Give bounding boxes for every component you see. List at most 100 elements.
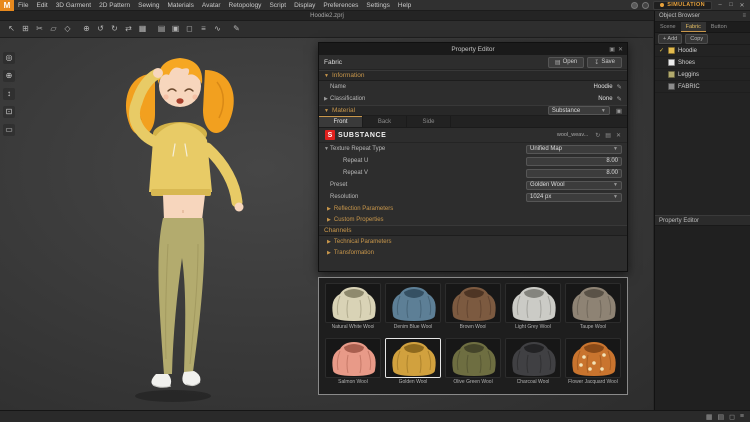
repeat-u-field[interactable]: 8.00 — [526, 156, 622, 166]
menu-icon[interactable]: ≡ — [740, 413, 744, 421]
account-icon[interactable] — [631, 1, 639, 9]
view-zoom-tool-icon[interactable]: ⊕ — [3, 70, 15, 82]
layers-tool-icon[interactable]: ▤ — [156, 23, 167, 35]
material-preset[interactable]: Light Grey Wool — [505, 283, 561, 335]
material-thumbnail[interactable] — [445, 283, 501, 323]
polygon-tool-icon[interactable]: ◇ — [62, 23, 73, 35]
view-orbit-tool-icon[interactable]: ◎ — [3, 52, 15, 64]
add-button[interactable]: + Add — [658, 33, 683, 44]
fabric-list-item[interactable]: ✓ Hoodie — [655, 45, 750, 57]
view-pan-tool-icon[interactable]: ↕ — [3, 88, 15, 100]
sync-status-icon[interactable] — [642, 1, 650, 9]
pen-tool-icon[interactable]: ✎ — [231, 23, 242, 35]
material-thumbnail[interactable] — [565, 283, 621, 323]
minimize-button[interactable]: – — [716, 2, 724, 9]
open-button[interactable]: ▤ Open — [547, 56, 585, 68]
menu-item-avatar[interactable]: Avatar — [198, 0, 225, 11]
edit-pencil-icon[interactable]: ✎ — [617, 95, 622, 103]
material-thumbnail[interactable] — [325, 337, 381, 378]
material-preset[interactable]: Golden Wool — [385, 337, 441, 390]
material-preset[interactable]: Olive Green Wool — [445, 337, 501, 390]
menu-item-edit[interactable]: Edit — [32, 0, 51, 11]
fabric-list-item[interactable]: FABRIC — [655, 81, 750, 93]
material-preset[interactable]: Taupe Wool — [565, 283, 621, 335]
fabric-list-item[interactable]: Leggins — [655, 69, 750, 81]
section-channels[interactable]: Channels — [319, 225, 627, 236]
material-settings-icon[interactable]: ▣ — [616, 107, 622, 115]
undo-icon[interactable]: ↺ — [95, 23, 106, 35]
collapsed-section-custom-properties[interactable]: ▶ Custom Properties — [319, 214, 627, 225]
property-editor-titlebar[interactable]: Property Editor ▣ ✕ — [319, 43, 627, 55]
material-thumbnail[interactable] — [505, 337, 561, 378]
export-icon[interactable]: ▤ — [605, 132, 611, 139]
menu-item-file[interactable]: File — [14, 0, 32, 11]
dock-icon[interactable]: ▣ — [609, 46, 615, 53]
reload-icon[interactable]: ↻ — [595, 132, 600, 139]
material-preset[interactable]: Salmon Wool — [325, 337, 381, 390]
material-preset[interactable]: Denim Blue Wool — [385, 283, 441, 335]
add-pattern-tool-icon[interactable]: ⊞ — [20, 23, 31, 35]
view-frame-tool-icon[interactable]: ⊡ — [3, 106, 15, 118]
list-tool-icon[interactable]: ≡ — [198, 23, 209, 35]
tab-front[interactable]: Front — [319, 116, 363, 127]
menu-item-help[interactable]: Help — [394, 0, 415, 11]
window-view-icon[interactable]: ◻ — [729, 413, 735, 421]
material-type-dropdown[interactable]: Substance ▼ — [547, 106, 610, 115]
curve-tool-icon[interactable]: ∿ — [212, 23, 223, 35]
object-browser-tab-button[interactable]: Button — [706, 22, 732, 32]
transform-tool-icon[interactable]: ▱ — [48, 23, 59, 35]
swap-tool-icon[interactable]: ⇄ — [123, 23, 134, 35]
remove-icon[interactable]: ✕ — [616, 132, 621, 139]
texture-repeat-type-dropdown[interactable]: Unified Map ▼ — [526, 144, 622, 154]
object-browser-tab-fabric[interactable]: Fabric — [680, 22, 706, 32]
rows-view-icon[interactable]: ▤ — [717, 413, 724, 421]
menu-item-3d-garment[interactable]: 3D Garment — [52, 0, 95, 11]
tab-back[interactable]: Back — [363, 116, 407, 127]
section-material[interactable]: ▼ Material Substance ▼ ▣ — [319, 105, 627, 116]
scissors-tool-icon[interactable]: ✂ — [34, 23, 45, 35]
select-mesh-tool-icon[interactable]: ▣ — [170, 23, 181, 35]
docked-property-editor-header[interactable]: Property Editor — [655, 215, 750, 226]
collapsed-section-technical-parameters[interactable]: ▶ Technical Parameters — [319, 236, 627, 247]
object-browser-tab-scene[interactable]: Scene — [655, 22, 681, 32]
add-point-tool-icon[interactable]: ⊕ — [81, 23, 92, 35]
redo-icon[interactable]: ↻ — [109, 23, 120, 35]
material-thumbnail[interactable] — [565, 337, 621, 378]
menu-item-2d-pattern[interactable]: 2D Pattern — [95, 0, 134, 11]
box-select-tool-icon[interactable]: ◻ — [184, 23, 195, 35]
menu-item-script[interactable]: Script — [265, 0, 290, 11]
cursor-tool-icon[interactable]: ↖ — [6, 23, 17, 35]
copy-button[interactable]: Copy — [685, 33, 709, 44]
material-preset[interactable]: Charcoal Wool — [505, 337, 561, 390]
simulation-button[interactable]: SIMULATION — [653, 0, 712, 10]
menu-item-preferences[interactable]: Preferences — [319, 0, 362, 11]
menu-item-display[interactable]: Display — [290, 0, 319, 11]
material-thumbnail[interactable] — [325, 283, 381, 323]
material-thumbnail[interactable] — [505, 283, 561, 323]
menu-item-materials[interactable]: Materials — [164, 0, 198, 11]
material-preset[interactable]: Flower Jacquard Wool — [565, 337, 621, 390]
resolution-dropdown[interactable]: 1024 px ▼ — [526, 192, 622, 202]
menu-item-sewing[interactable]: Sewing — [134, 0, 163, 11]
edit-pencil-icon[interactable]: ✎ — [617, 83, 622, 91]
material-thumbnail[interactable] — [445, 337, 501, 378]
section-information[interactable]: ▼ Information — [319, 70, 627, 81]
collapsed-section-reflection-parameters[interactable]: ▶ Reflection Parameters — [319, 203, 627, 214]
grid-tool-icon[interactable]: ▦ — [137, 23, 148, 35]
tab-side[interactable]: Side — [407, 116, 451, 127]
fabric-list-item[interactable]: Shoes — [655, 57, 750, 69]
material-thumbnail[interactable] — [385, 337, 441, 378]
menu-item-retopology[interactable]: Retopology — [225, 0, 266, 11]
preset-dropdown[interactable]: Golden Wool ▼ — [526, 180, 622, 190]
material-preset[interactable]: Natural White Wool — [325, 283, 381, 335]
save-button[interactable]: ↧ Save — [587, 56, 622, 68]
material-preset[interactable]: Brown Wool — [445, 283, 501, 335]
menu-item-settings[interactable]: Settings — [362, 0, 394, 11]
view-reset-tool-icon[interactable]: ▭ — [3, 124, 15, 136]
collapsed-section-transformation[interactable]: ▶ Transformation — [319, 247, 627, 258]
grid-view-icon[interactable]: ▦ — [706, 413, 713, 421]
repeat-v-field[interactable]: 8.00 — [526, 168, 622, 178]
material-thumbnail[interactable] — [385, 283, 441, 323]
close-button[interactable]: ✕ — [738, 2, 746, 9]
close-icon[interactable]: ✕ — [618, 46, 623, 53]
